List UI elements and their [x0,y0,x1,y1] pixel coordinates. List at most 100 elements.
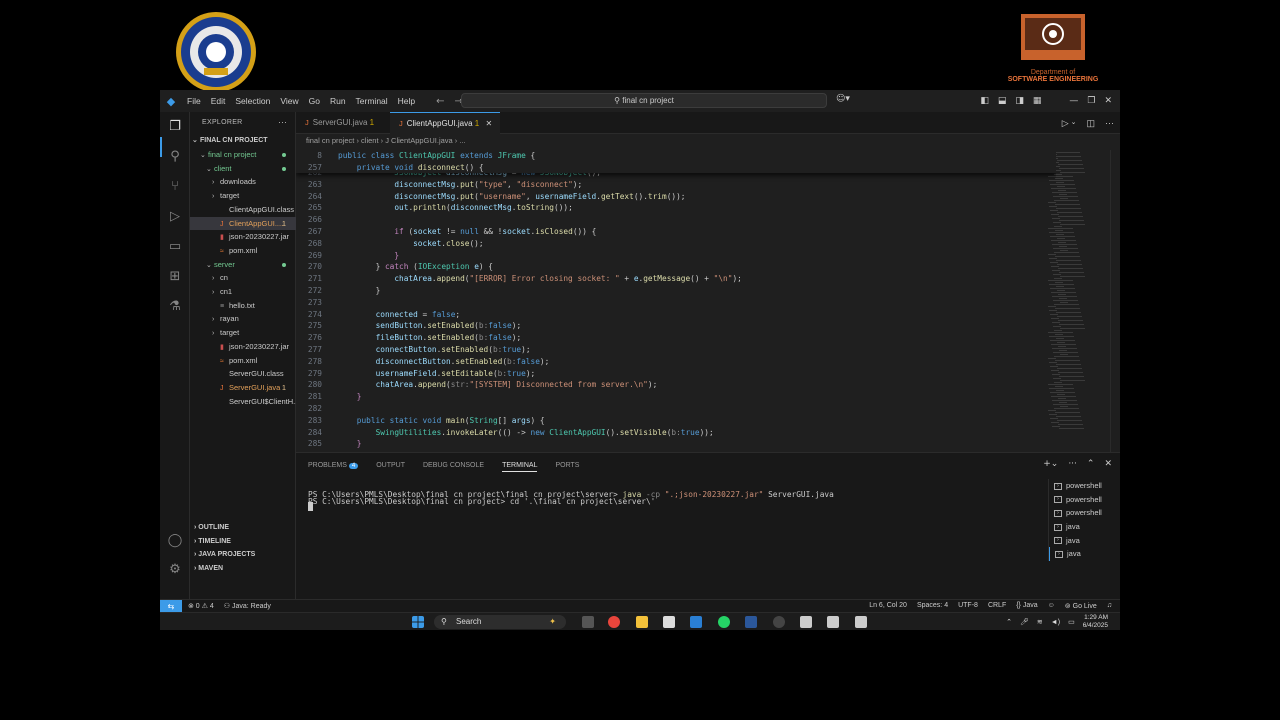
tab-servergui[interactable]: J ServerGUI.java 1 [296,112,388,134]
maximize-panel-icon[interactable]: ⌃ [1087,459,1095,469]
file-explorer-icon[interactable] [636,616,648,628]
toggle-panel-icon[interactable]: ⬓ [998,96,1007,106]
java-projects-section[interactable]: › JAVA PROJECTS [190,548,296,562]
file-tree-item[interactable]: ▮ json-20230227.jar [190,230,296,244]
menu-run[interactable]: Run [325,96,351,106]
tab-debug-console[interactable]: DEBUG CONSOLE [423,462,484,472]
file-tree-item[interactable]: › rayan [190,312,296,326]
file-tree-item[interactable]: › target [190,189,296,203]
file-tree-item[interactable]: ServerGUI.class [190,367,296,381]
end-of-line[interactable]: CRLF [988,602,1006,610]
account-icon[interactable]: ◯ [167,533,183,549]
menu-view[interactable]: View [275,96,303,106]
file-tree-item[interactable]: ▮ json-20230227.jar [190,340,296,354]
go-live-button[interactable]: ⊚ Go Live [1065,602,1097,610]
tab-terminal[interactable]: TERMINAL [502,462,538,472]
run-debug-icon[interactable]: ▷ [167,209,183,225]
file-tree-item[interactable]: ClientAppGUI.class [190,203,296,217]
terminal-instance[interactable]: › powershell [1049,479,1120,493]
volume-icon[interactable]: ◄) [1051,619,1060,626]
source-control-icon[interactable]: ⑂ [167,179,183,195]
menu-file[interactable]: File [182,96,206,106]
run-icon[interactable]: ▷ [1062,118,1069,129]
minimap[interactable] [1044,150,1104,440]
file-tree-item[interactable]: ⌄ final cn project [190,148,296,162]
code-editor[interactable]: 8 public class ClientAppGUI extends JFram… [296,150,1056,452]
copilot-icon[interactable]: ☺▾ [836,94,850,104]
testing-icon[interactable]: ⚗ [167,299,183,315]
taskbar-search[interactable]: ⚲ Search ✦ [434,615,566,629]
customize-layout-icon[interactable]: ▦ [1033,96,1042,106]
terminal-instance[interactable]: › java [1049,534,1120,548]
explorer-icon[interactable]: ❐ [167,119,183,135]
tab-clientappgui[interactable]: J ClientAppGUI.java 1 ✕ [390,112,500,134]
search-view-icon[interactable]: ⚲ [167,149,183,165]
minimize-icon[interactable]: — [1069,96,1078,106]
command-center-search[interactable]: ⚲ final cn project [461,93,827,108]
more-actions-icon[interactable]: ··· [278,117,287,127]
cursor-position[interactable]: Ln 6, Col 20 [869,602,907,610]
show-hidden-icons-icon[interactable]: ⌃ [1006,618,1012,626]
tab-output[interactable]: OUTPUT [376,462,405,472]
menu-selection[interactable]: Selection [230,96,275,106]
whatsapp-icon[interactable] [718,616,730,628]
panel-more-icon[interactable]: ··· [1068,459,1077,469]
tab-problems[interactable]: PROBLEMS 4 [308,462,359,472]
close-panel-icon[interactable]: ✕ [1104,459,1112,469]
terminal-instance[interactable]: › java [1049,547,1120,562]
editor-more-icon[interactable]: ··· [1105,118,1114,129]
remote-explorer-icon[interactable]: ▭ [167,239,183,255]
split-editor-icon[interactable]: ◫ [1086,118,1095,129]
task-view-icon[interactable] [582,616,594,628]
restore-icon[interactable]: ❐ [1087,96,1095,106]
file-tree-item[interactable]: J ServerGUI.java 1 [190,381,296,395]
java-status[interactable]: ⚇ Java: Ready [224,602,271,610]
java-app-icon[interactable] [855,616,867,628]
file-tree-item[interactable]: J ClientAppGUI.... 1 [190,216,296,231]
java-app-icon[interactable] [827,616,839,628]
wifi-icon[interactable]: ≋ [1037,618,1043,626]
settings-app-icon[interactable] [773,616,785,628]
terminal-output[interactable]: PS C:\Users\PMLS\Desktop\final cn projec… [308,479,834,542]
close-window-icon[interactable]: ✕ [1104,96,1112,106]
breadcrumb[interactable]: final cn project › client › J ClientAppG… [306,136,466,145]
tab-ports[interactable]: PORTS [555,462,579,472]
java-app-icon[interactable] [800,616,812,628]
close-tab-icon[interactable]: ✕ [485,119,492,128]
battery-icon[interactable]: ▭ [1068,618,1075,626]
encoding[interactable]: UTF-8 [958,602,978,610]
windows-start-icon[interactable] [412,616,424,628]
file-tree-item[interactable]: ⌄ client [190,162,296,176]
notifications-bell-icon[interactable]: ♫ [1107,602,1112,610]
indentation[interactable]: Spaces: 4 [917,602,948,610]
file-tree-item[interactable]: › cn1 [190,285,296,299]
word-icon[interactable] [745,616,757,628]
file-tree-item[interactable]: ServerGUI$ClientH... [190,395,296,409]
outline-section[interactable]: › OUTLINE [190,521,296,535]
language-mode[interactable]: {} Java [1016,602,1037,610]
file-tree-item[interactable]: › downloads [190,175,296,189]
file-tree-item[interactable]: ≈ pom.xml [190,354,296,368]
chrome-icon[interactable] [608,616,620,628]
terminal-instance[interactable]: › powershell [1049,506,1120,520]
file-tree-item[interactable]: ≈ pom.xml [190,244,296,258]
clock[interactable]: 1:29 AM 6/4/2025 [1083,614,1108,630]
back-arrow-icon[interactable]: ← [436,96,444,107]
file-tree-item[interactable]: › cn [190,271,296,285]
menu-go[interactable]: Go [304,96,325,106]
maven-section[interactable]: › MAVEN [190,562,296,576]
timeline-section[interactable]: › TIMELINE [190,535,296,549]
menu-help[interactable]: Help [393,96,420,106]
menu-terminal[interactable]: Terminal [351,96,393,106]
microphone-icon[interactable]: 🎤︎ [1020,618,1029,626]
workspace-root[interactable]: ⌄ FINAL CN PROJECT [190,134,296,148]
copilot-status-icon[interactable]: ☺ [1048,602,1055,610]
terminal-instance[interactable]: › powershell [1049,493,1120,507]
terminal-instance[interactable]: › java [1049,520,1120,534]
new-terminal-icon[interactable]: +⌄ [1043,459,1058,469]
run-dropdown-icon[interactable]: ⌄ [1071,118,1077,129]
extensions-icon[interactable]: ⊞ [167,269,183,285]
menu-edit[interactable]: Edit [206,96,231,106]
microsoft-store-icon[interactable] [663,616,675,628]
vscode-taskbar-icon[interactable] [690,616,702,628]
